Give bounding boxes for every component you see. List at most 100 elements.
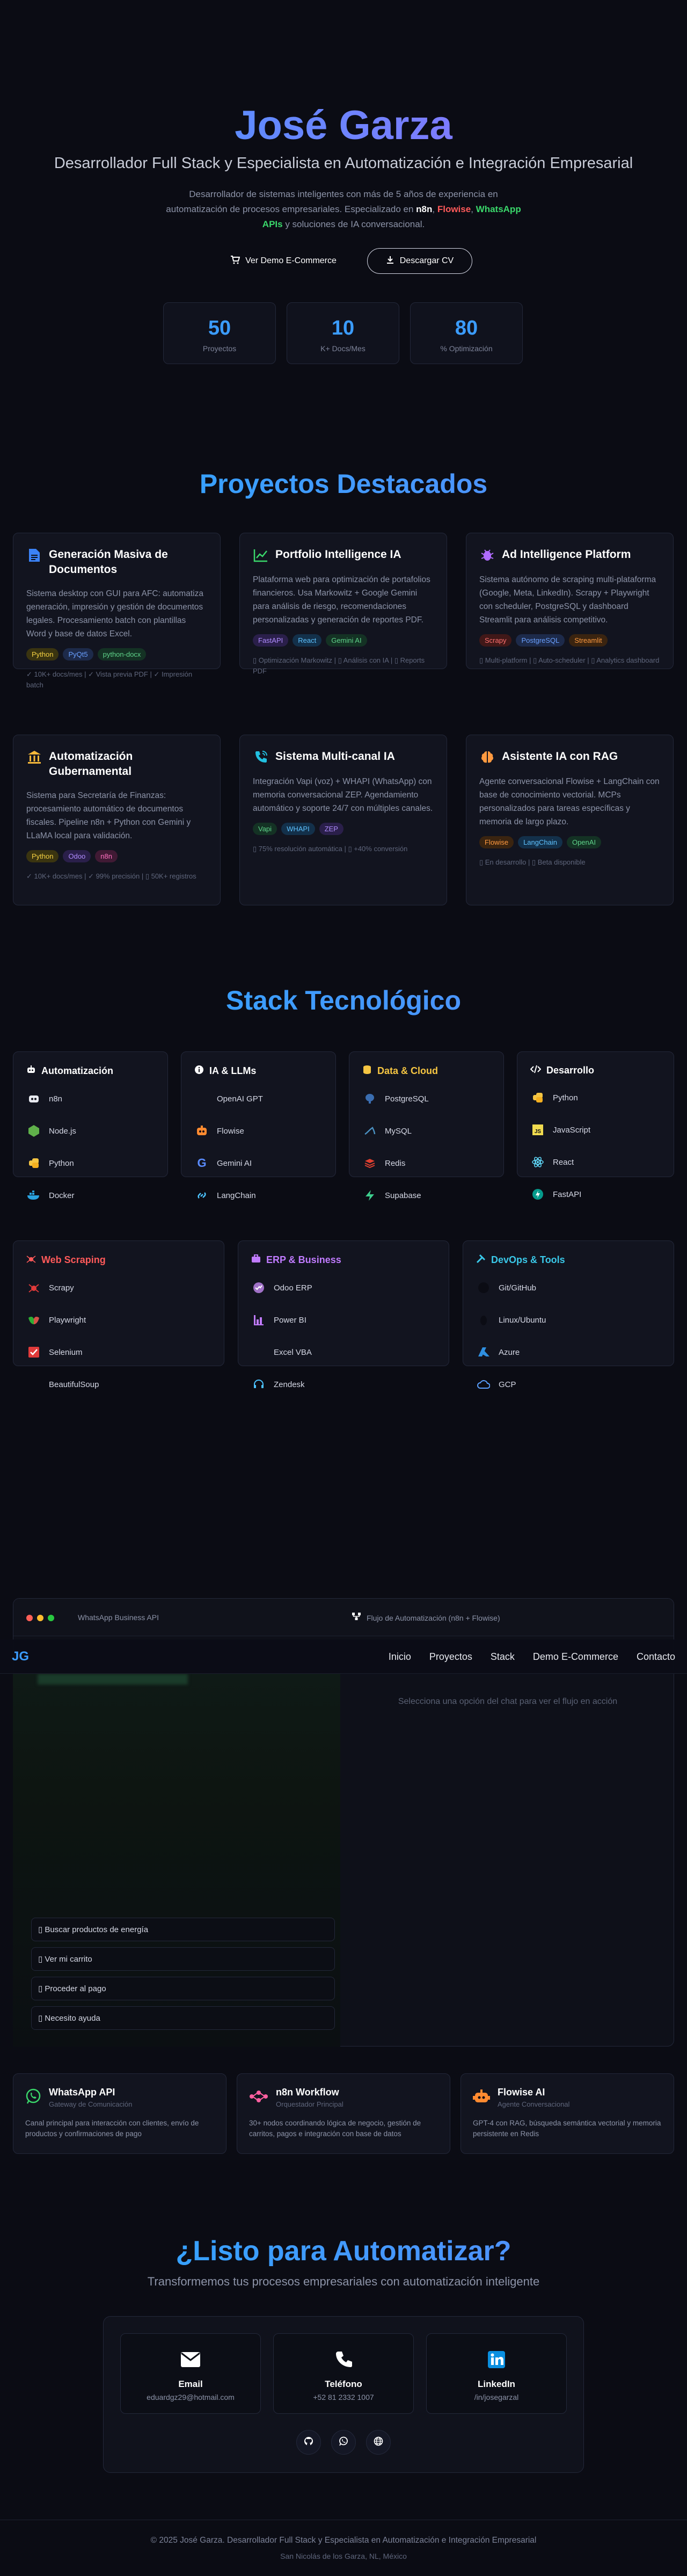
stat-label: % Optimización: [440, 344, 493, 353]
flow-hint: Selecciona una opción del chat para ver …: [398, 1697, 618, 1706]
contact-linkedin-card[interactable]: LinkedIn /in/josegarzal: [426, 2333, 567, 2414]
stack-item: Node.js: [26, 1115, 155, 1147]
view-demo-button[interactable]: Ver Demo E-Commerce: [220, 248, 347, 274]
cta-subtitle: Transformemos tus procesos empresariales…: [147, 2275, 540, 2288]
project-card[interactable]: Asistente IA con RAG Agente conversacion…: [466, 735, 674, 905]
docker-icon: [26, 1188, 41, 1203]
download-cv-button[interactable]: Descargar CV: [367, 248, 472, 274]
stack-item: Redis: [362, 1147, 491, 1179]
flow-panel-header: Flujo de Automatización (n8n + Flowise): [352, 1612, 500, 1623]
stack-card-title: Web Scraping: [41, 1254, 106, 1265]
whatsapp-button[interactable]: [331, 2430, 356, 2455]
react-icon: [530, 1155, 545, 1170]
nav-logo[interactable]: JG: [12, 1649, 29, 1664]
stack-card-data: Data & Cloud PostgreSQL MySQL Redis Supa…: [349, 1051, 504, 1201]
stack-item: n8n: [26, 1083, 155, 1115]
stack-card-automation: Automatización n8n Node.js Python Docker: [13, 1051, 168, 1200]
stack-item-label: Git/GitHub: [499, 1283, 537, 1293]
project-desc: Plataforma web para optimización de port…: [253, 575, 430, 625]
project-meta: ▯ 75% resolución automática | ▯ +40% con…: [253, 845, 408, 853]
window-maximize-dot[interactable]: [48, 1615, 54, 1621]
stack-item: Odoo ERP: [251, 1272, 436, 1304]
whatsapp-icon: [25, 2088, 41, 2107]
stack-item-label: PostgreSQL: [385, 1094, 429, 1104]
hero-desc-n8n: n8n: [416, 204, 433, 214]
link-icon: [194, 1188, 209, 1203]
contact-value: +52 81 2332 1007: [313, 2393, 374, 2401]
chat-header-glow: [38, 1674, 188, 1685]
stack-item-label: OpenAI GPT: [217, 1094, 263, 1104]
stack-item: GCP: [476, 1368, 661, 1401]
project-title: Sistema Multi-canal IA: [275, 750, 395, 763]
stack-item: Linux/Ubuntu: [476, 1304, 661, 1336]
contact-title: Teléfono: [325, 2379, 362, 2389]
stack-item-label: Redis: [385, 1158, 406, 1168]
window-minimize-dot[interactable]: [37, 1615, 43, 1621]
stack-item-label: Azure: [499, 1347, 520, 1357]
contact-title: LinkedIn: [478, 2379, 515, 2389]
tag: Python: [26, 850, 59, 862]
contact-phone-card[interactable]: Teléfono +52 81 2332 1007: [273, 2333, 414, 2414]
project-meta: ▯ En desarrollo | ▯ Beta disponible: [479, 858, 586, 866]
project-title: Generación Masiva de Documentos: [49, 548, 168, 576]
headset-icon: [251, 1377, 266, 1392]
tag: Odoo: [63, 850, 91, 862]
chat-option[interactable]: ▯ Necesito ayuda: [31, 2006, 335, 2030]
document-icon: [26, 547, 42, 563]
phone-call-icon: [253, 749, 269, 765]
chat-option[interactable]: ▯ Ver mi carrito: [31, 1947, 335, 1971]
tag: LangChain: [518, 836, 562, 848]
beautifulsoup-icon: [26, 1377, 41, 1392]
project-card[interactable]: Generación Masiva de Documentos Sistema …: [13, 533, 221, 689]
stack-item-label: Zendesk: [274, 1380, 305, 1389]
stack-item-label: Power BI: [274, 1315, 306, 1325]
project-card[interactable]: Ad Intelligence Platform Sistema autónom…: [466, 533, 674, 669]
globe-icon: [374, 2436, 383, 2449]
stack-item-label: Playwright: [49, 1315, 86, 1325]
azure-icon: [476, 1345, 491, 1360]
github-button[interactable]: [296, 2430, 321, 2455]
window-close-dot[interactable]: [26, 1615, 33, 1621]
whatsapp-icon: [339, 2436, 348, 2449]
scrapy-icon: [26, 1280, 41, 1295]
stack-item-label: Python: [49, 1158, 74, 1168]
contact-email-card[interactable]: Email eduardgz29@hotmail.com: [120, 2333, 261, 2414]
top-nav: JG Inicio Proyectos Stack Demo E-Commerc…: [0, 1639, 687, 1674]
stack-item-label: Node.js: [49, 1126, 76, 1136]
stat-card: 80 % Optimización: [410, 302, 523, 364]
nav-link-contacto[interactable]: Contacto: [637, 1651, 675, 1663]
phone-icon: [334, 2350, 353, 2371]
website-button[interactable]: [366, 2430, 391, 2455]
linux-icon: [476, 1312, 491, 1327]
nav-link-inicio[interactable]: Inicio: [389, 1651, 411, 1663]
contact-value: /in/josegarzal: [474, 2393, 519, 2401]
stack-item: Power BI: [251, 1304, 436, 1336]
bank-icon: [26, 749, 42, 765]
tag: React: [293, 634, 322, 647]
info-icon: [194, 1065, 204, 1077]
stack-card-ai: IA & LLMs OpenAI GPT Flowise G Gemini AI …: [181, 1051, 336, 1200]
project-desc: Sistema autónomo de scraping multi-plata…: [479, 575, 656, 625]
integration-subtitle: Agente Conversacional: [498, 2100, 570, 2108]
chat-option[interactable]: ▯ Proceder al pago: [31, 1977, 335, 2000]
spider-icon: [26, 1254, 36, 1266]
project-meta: ✓ 10K+ docs/mes | ✓ Vista previa PDF | ✓…: [26, 670, 193, 689]
chat-option[interactable]: ▯ Buscar productos de energía: [31, 1918, 335, 1941]
briefcase-icon: [251, 1254, 261, 1266]
tools-icon: [476, 1254, 486, 1266]
project-card[interactable]: Automatización Gubernamental Sistema par…: [13, 735, 221, 905]
stack-item-label: Scrapy: [49, 1283, 74, 1293]
stat-card: 50 Proyectos: [163, 302, 276, 364]
stack-item: Selenium: [26, 1336, 211, 1368]
nav-link-stack[interactable]: Stack: [491, 1651, 515, 1663]
project-meta: ▯ Optimización Markowitz | ▯ Análisis co…: [253, 656, 425, 675]
project-card[interactable]: Portfolio Intelligence IA Plataforma web…: [239, 533, 447, 675]
project-card[interactable]: Sistema Multi-canal IA Integración Vapi …: [239, 735, 447, 905]
download-cv-label: Descargar CV: [399, 256, 454, 265]
stack-item: FastAPI: [530, 1178, 661, 1210]
nav-link-proyectos[interactable]: Proyectos: [429, 1651, 472, 1663]
robot-icon: [26, 1065, 36, 1077]
github-icon: [304, 2436, 313, 2449]
stack-card-title: DevOps & Tools: [491, 1254, 565, 1265]
nav-link-demo[interactable]: Demo E-Commerce: [533, 1651, 618, 1663]
